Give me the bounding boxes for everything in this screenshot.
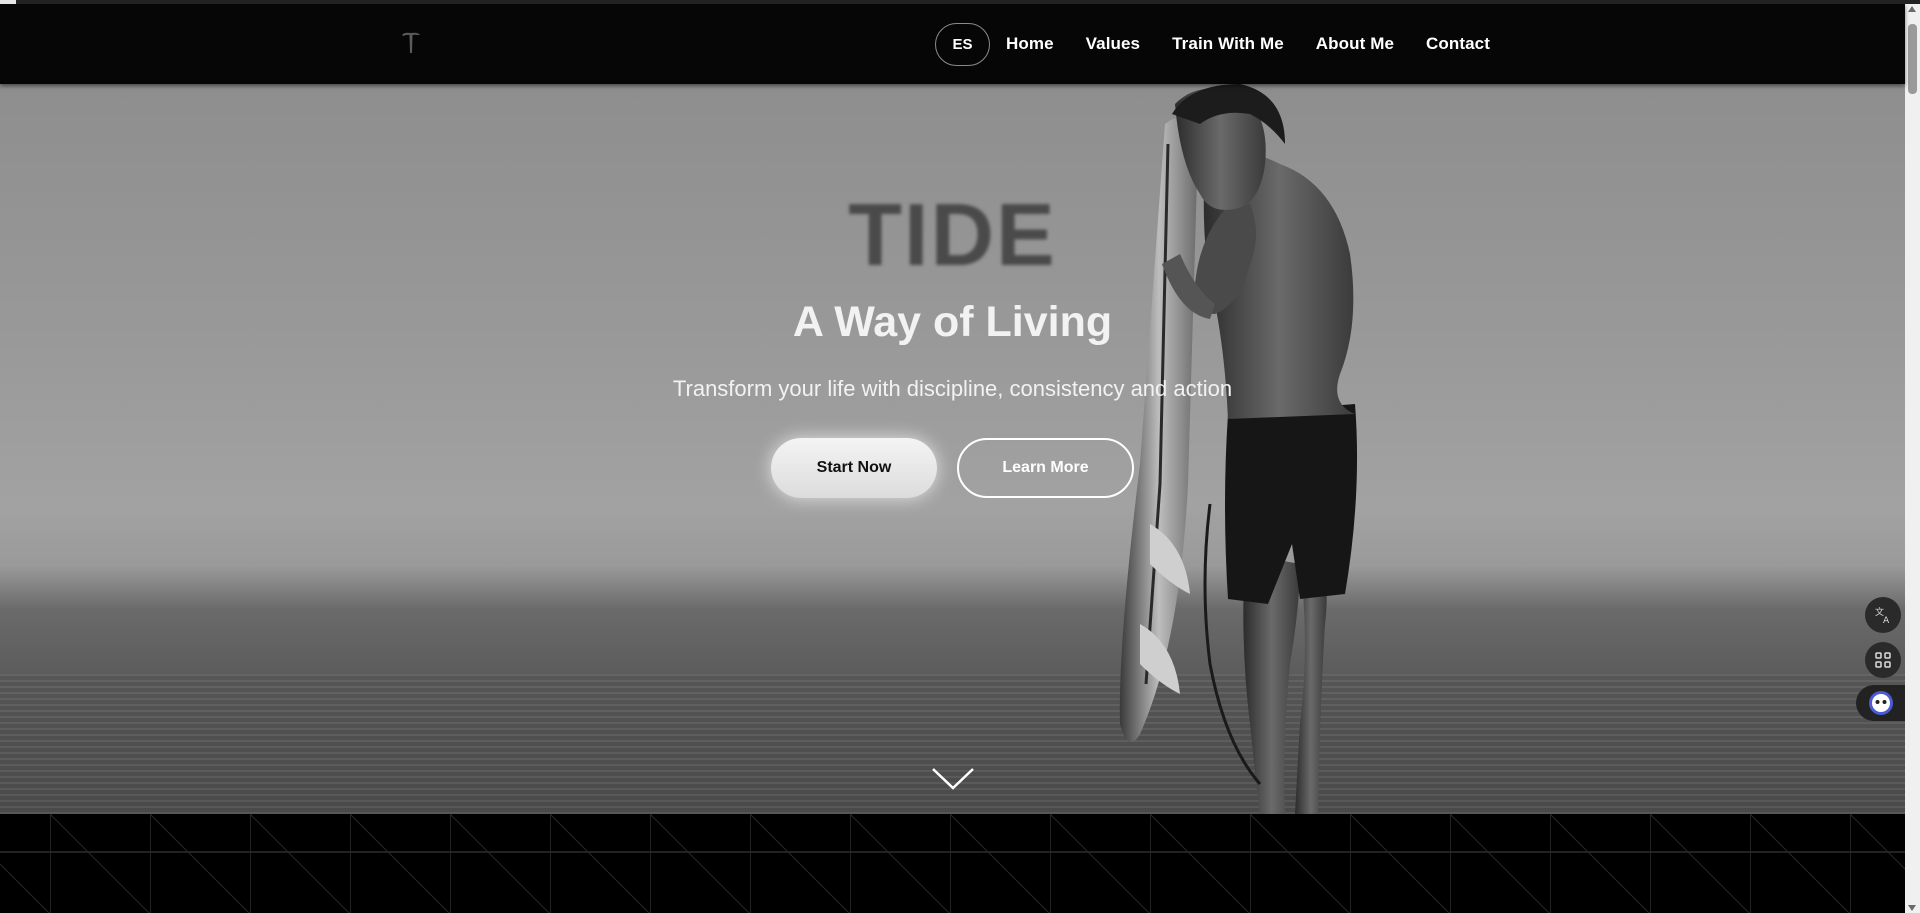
- scroll-thumb[interactable]: [1908, 24, 1917, 94]
- page-progress-bar: [0, 0, 1920, 4]
- nav-link-train-with-me[interactable]: Train With Me: [1172, 34, 1284, 54]
- start-now-button[interactable]: Start Now: [771, 438, 937, 498]
- nav-link-values[interactable]: Values: [1086, 34, 1140, 54]
- hero-subtitle: A Way of Living: [792, 298, 1113, 346]
- learn-more-button[interactable]: Learn More: [957, 438, 1134, 498]
- assistant-bot-icon[interactable]: [1856, 685, 1905, 721]
- scroll-down-arrow[interactable]: [1908, 905, 1916, 911]
- main-nav: ES Home Values Train With Me About Me Co…: [935, 22, 1522, 66]
- translate-icon[interactable]: 文A: [1865, 597, 1901, 633]
- page-progress-fill: [0, 0, 16, 4]
- svg-text:A: A: [1883, 616, 1890, 625]
- hero-title: TIDE: [848, 185, 1057, 284]
- grid-pattern: [0, 814, 1905, 913]
- navbar: ES Home Values Train With Me About Me Co…: [0, 4, 1905, 84]
- nav-link-about-me[interactable]: About Me: [1316, 34, 1394, 54]
- apps-grid-icon[interactable]: [1865, 642, 1901, 678]
- vertical-scrollbar[interactable]: [1905, 4, 1920, 913]
- grid-pattern-section: [0, 814, 1905, 913]
- scroll-up-arrow[interactable]: [1908, 6, 1916, 12]
- tide-t-logo-icon[interactable]: [398, 29, 424, 59]
- language-switch-button[interactable]: ES: [935, 22, 990, 66]
- hero-section: TIDE A Way of Living Transform your life…: [0, 84, 1905, 814]
- chevron-down-icon[interactable]: [930, 766, 976, 792]
- nav-link-home[interactable]: Home: [1006, 34, 1054, 54]
- nav-link-contact[interactable]: Contact: [1426, 34, 1490, 54]
- hero-tagline: Transform your life with discipline, con…: [672, 376, 1233, 401]
